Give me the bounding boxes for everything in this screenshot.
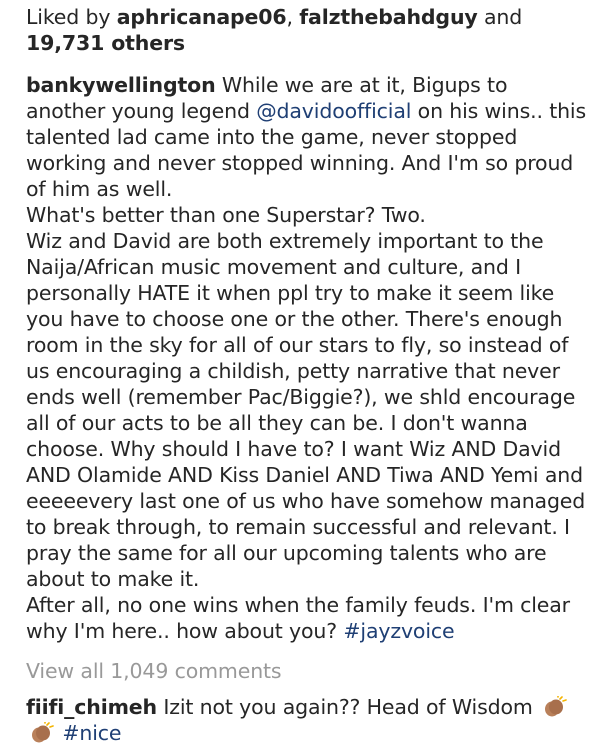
likes-summary: Liked by aphricanape06, falzthebahdguy a… [26, 4, 592, 56]
likes-prefix: Liked by [26, 5, 111, 29]
instagram-post: Liked by aphricanape06, falzthebahdguy a… [0, 0, 606, 752]
caption-paragraph-2: What's better than one Superstar? Two. [26, 203, 426, 227]
caption-paragraph-1: bankywellington While we are at it, Bigu… [26, 72, 592, 202]
comment-hashtag-link[interactable]: #nice [62, 721, 121, 745]
caption-text-4: After all, no one wins when the family f… [26, 593, 570, 643]
likes-separator: , [286, 5, 294, 29]
comment-body: fiifi_chimeh Izit not you again?? Head o… [26, 694, 592, 746]
likes-others-link[interactable]: 19,731 others [26, 31, 185, 55]
comment-text: Izit not you again?? Head of Wisdom [163, 695, 533, 719]
liker-aphricanape06[interactable]: aphricanape06 [117, 5, 287, 29]
likes-and: and [483, 5, 523, 29]
liker-falzthebahdguy[interactable]: falzthebahdguy [299, 5, 477, 29]
caption-paragraph-3: Wiz and David are both extremely importa… [26, 229, 586, 591]
hashtag-link[interactable]: #jayzvoice [343, 619, 454, 643]
clapping-hands-icon [545, 696, 567, 717]
post-caption: bankywellington While we are at it, Bigu… [26, 72, 592, 644]
clapping-hands-icon [32, 722, 54, 743]
view-all-comments-link[interactable]: View all 1,049 comments [26, 658, 592, 684]
comment-username[interactable]: fiifi_chimeh [26, 695, 157, 719]
caption-paragraph-4: After all, no one wins when the family f… [26, 592, 592, 644]
comment-item: fiifi_chimeh Izit not you again?? Head o… [26, 694, 592, 746]
mention-link[interactable]: @davidoofficial [256, 99, 411, 123]
caption-username[interactable]: bankywellington [26, 73, 216, 97]
